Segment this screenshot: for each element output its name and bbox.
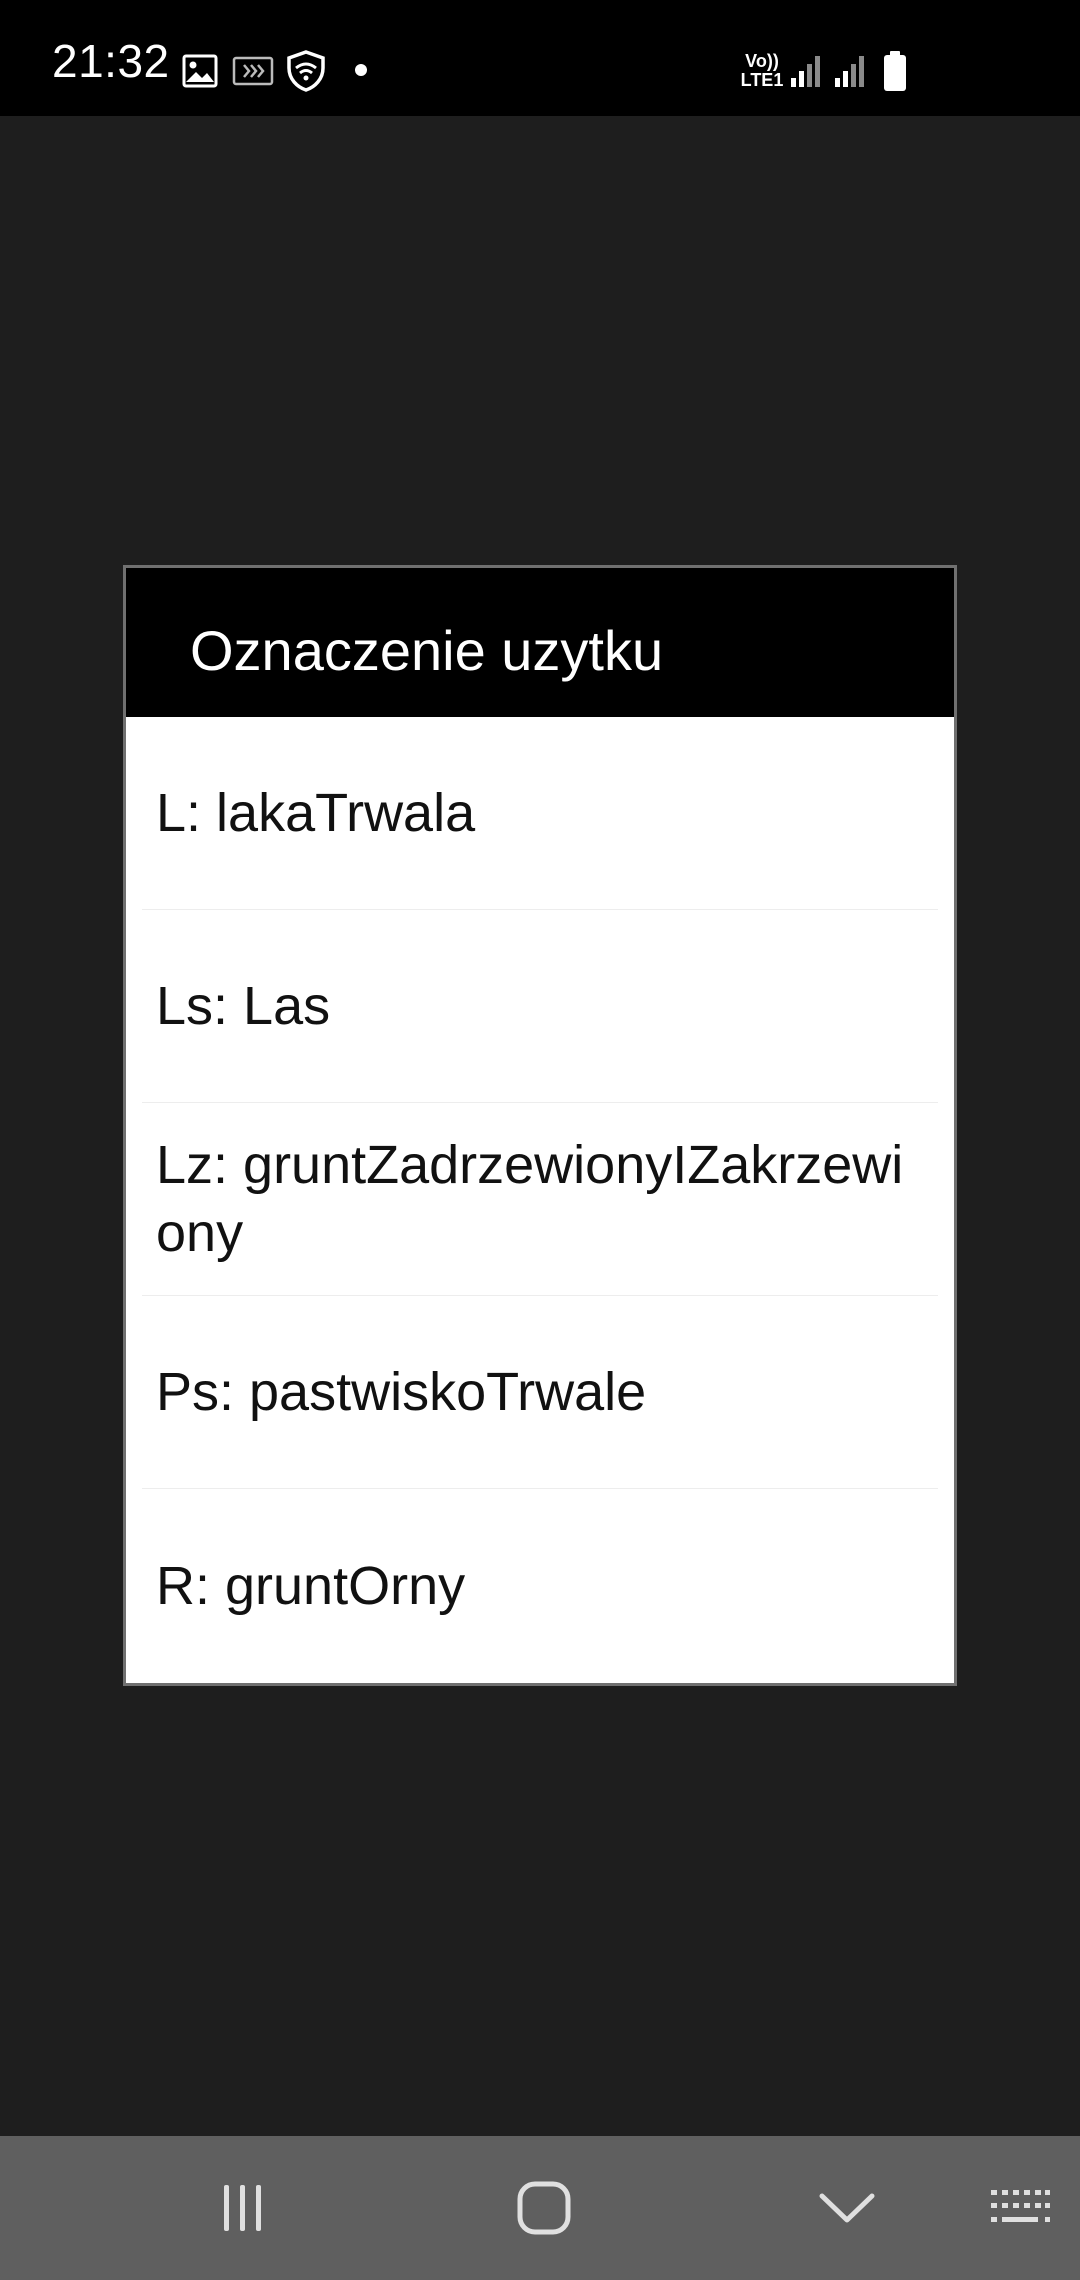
back-button[interactable] bbox=[787, 2136, 907, 2280]
dialog-header: Oznaczenie uzytku bbox=[126, 568, 954, 717]
signal-icon bbox=[791, 56, 820, 87]
cast-icon bbox=[232, 56, 274, 86]
battery-icon bbox=[884, 51, 906, 91]
option-item-r[interactable]: R: gruntOrny bbox=[142, 1489, 938, 1682]
option-item-ps[interactable]: Ps: pastwiskoTrwale bbox=[142, 1296, 938, 1489]
option-item-lz[interactable]: Lz: gruntZadrzewionyIZakrzewiony bbox=[142, 1103, 938, 1296]
status-time: 21:32 bbox=[52, 35, 170, 87]
signal-icon bbox=[835, 56, 864, 87]
home-button[interactable] bbox=[484, 2136, 604, 2280]
keyboard-icon bbox=[991, 2190, 1050, 2222]
recents-icon bbox=[224, 2185, 261, 2231]
home-icon bbox=[517, 2181, 571, 2235]
option-item-ls[interactable]: Ls: Las bbox=[142, 910, 938, 1103]
lte-label: LTE1 bbox=[740, 70, 784, 90]
keyboard-button[interactable] bbox=[970, 2136, 1070, 2280]
network-type-label: Vo)) LTE1 bbox=[738, 52, 786, 90]
option-item-l[interactable]: L: lakaTrwala bbox=[142, 717, 938, 910]
navigation-bar bbox=[0, 2136, 1080, 2280]
gallery-icon bbox=[182, 54, 218, 88]
back-icon bbox=[819, 2193, 875, 2223]
recents-button[interactable] bbox=[182, 2136, 302, 2280]
dot-icon bbox=[355, 64, 367, 76]
status-bar: 21:32 Vo)) LTE1 bbox=[0, 0, 1080, 116]
screen: 21:32 Vo)) LTE1 Oznaczenie uzytku L: lak… bbox=[0, 0, 1080, 2280]
dialog-title: Oznaczenie uzytku bbox=[190, 619, 664, 682]
vpn-shield-icon bbox=[287, 50, 325, 92]
volte-label: Vo)) bbox=[745, 51, 779, 71]
land-use-dialog: Oznaczenie uzytku L: lakaTrwala Ls: Las … bbox=[123, 565, 957, 1686]
option-list: L: lakaTrwala Ls: Las Lz: gruntZadrzewio… bbox=[126, 717, 954, 1682]
